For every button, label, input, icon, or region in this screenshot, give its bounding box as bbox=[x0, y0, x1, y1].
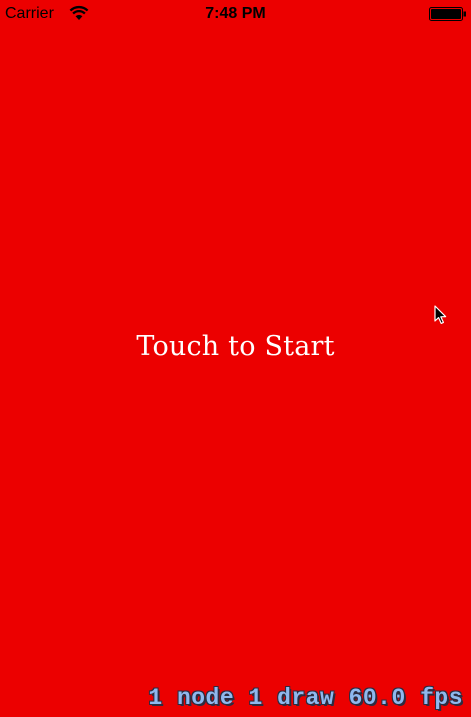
status-time: 7:48 PM bbox=[205, 5, 266, 22]
status-bar: Carrier 7:48 PM bbox=[0, 0, 471, 28]
touch-to-start-label[interactable]: Touch to Start bbox=[0, 329, 471, 365]
battery-icon bbox=[429, 7, 466, 21]
performance-stats: 1 node 1 draw 60.0 fps bbox=[148, 685, 463, 711]
cursor-arrow-icon bbox=[434, 305, 447, 324]
game-screen[interactable]: Carrier 7:48 PM Touch to Start 1 node 1 … bbox=[0, 0, 471, 717]
